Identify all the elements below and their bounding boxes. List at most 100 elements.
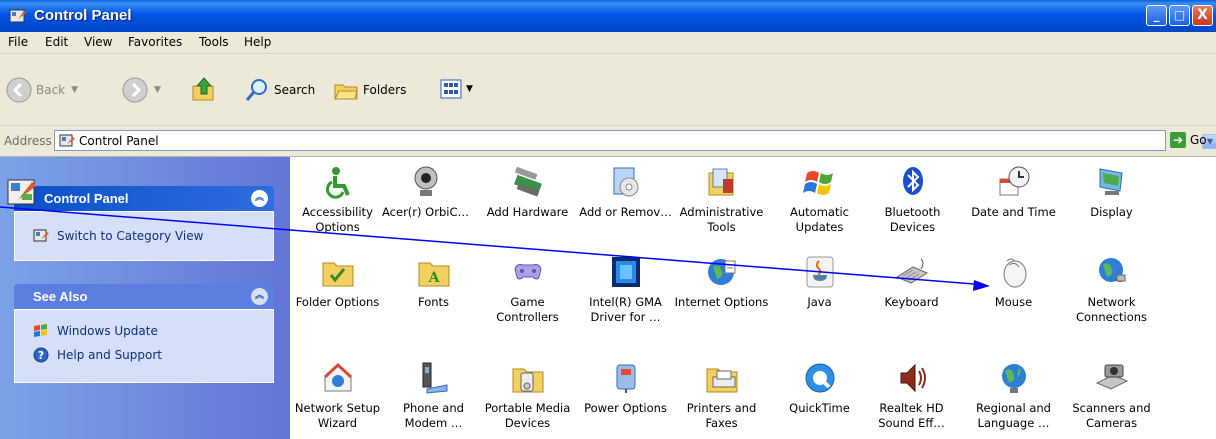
help-and-support-label: Help and Support (57, 348, 162, 362)
search-button[interactable]: Search (244, 77, 315, 103)
windows-update-icon (34, 324, 47, 337)
item-label: Acer(r) OrbiC… (382, 205, 469, 219)
item-game-controllers[interactable]: Game Controllers (480, 255, 575, 325)
menu-tools[interactable]: Tools (199, 35, 229, 49)
svg-text:?: ? (38, 349, 44, 362)
folder-options-icon (322, 262, 353, 287)
collapse-chevron-icon[interactable]: ︽ (251, 190, 268, 207)
control-panel-icon (9, 9, 26, 23)
item-printers-and-faxes[interactable]: Printers and Faxes (674, 361, 769, 431)
menu-favorites[interactable]: Favorites (128, 35, 182, 49)
internet-options-icon (707, 259, 735, 285)
item-realtek-hd-sound[interactable]: Realtek HD Sound Eff… (864, 361, 959, 431)
item-java[interactable]: Java (772, 255, 867, 310)
item-label: Regional and Language … (976, 401, 1051, 430)
fonts-folder-icon: A (418, 262, 449, 287)
views-button[interactable]: ▼ (440, 79, 473, 99)
control-panel-panel-header[interactable]: Control Panel ︽ (7, 179, 274, 211)
item-internet-options[interactable]: Internet Options (674, 255, 769, 310)
power-options-icon (616, 364, 635, 393)
item-label: Portable Media Devices (484, 401, 571, 430)
back-arrow-icon (6, 77, 32, 103)
task-pane: Control Panel ︽ Switch to Category View … (0, 157, 290, 439)
item-date-and-time[interactable]: Date and Time (966, 165, 1061, 220)
title-bar: Control Panel _ □ X (0, 0, 1216, 32)
network-connections-icon (1098, 258, 1126, 282)
item-network-connections[interactable]: Network Connections (1064, 255, 1159, 325)
globe-icon (1001, 364, 1026, 393)
svg-text:A: A (427, 270, 440, 286)
forward-dropdown-icon[interactable]: ▼ (154, 85, 161, 95)
menu-edit[interactable]: Edit (45, 35, 68, 49)
go-button[interactable]: ➔ Go (1170, 132, 1207, 148)
folders-button[interactable]: Folders (333, 77, 406, 103)
views-dropdown-icon[interactable]: ▼ (466, 84, 473, 94)
views-icon (440, 79, 462, 99)
control-panel-items: Accessibility Options Acer(r) OrbiC… Add… (290, 157, 1216, 439)
back-dropdown-icon[interactable]: ▼ (71, 85, 78, 95)
menu-bar: File Edit View Favorites Tools Help (0, 32, 1216, 83)
item-power-options[interactable]: Power Options (578, 361, 673, 416)
maximize-button[interactable]: □ (1169, 5, 1190, 26)
windows-update-link[interactable]: Windows Update (33, 323, 158, 339)
item-add-remove-programs[interactable]: Add or Remov… (578, 165, 673, 220)
item-label: Network Connections (1075, 295, 1148, 324)
item-add-hardware[interactable]: Add Hardware (480, 165, 575, 220)
item-mouse[interactable]: Mouse (966, 255, 1061, 310)
item-network-setup-wizard[interactable]: Network Setup Wizard (290, 361, 385, 431)
address-input[interactable]: Control Panel ▼ (54, 130, 1216, 151)
item-fonts[interactable]: A Fonts (386, 255, 481, 310)
scanner-camera-icon (1095, 364, 1128, 390)
forward-button[interactable]: ▼ (122, 77, 161, 103)
up-folder-icon (192, 77, 214, 101)
item-label: Realtek HD Sound Eff… (878, 401, 945, 430)
switch-to-category-view-link[interactable]: Switch to Category View (33, 228, 203, 244)
item-label: Scanners and Cameras (1072, 401, 1151, 430)
item-regional-and-language[interactable]: Regional and Language … (966, 361, 1061, 431)
item-bluetooth-devices[interactable]: Bluetooth Devices (865, 165, 960, 235)
item-automatic-updates[interactable]: Automatic Updates (772, 165, 867, 235)
menu-view[interactable]: View (84, 35, 112, 49)
item-intel-gma-driver[interactable]: Intel(R) GMA Driver for … (578, 255, 673, 325)
item-label: Keyboard (884, 295, 939, 309)
item-folder-options[interactable]: Folder Options (290, 255, 385, 310)
item-portable-media-devices[interactable]: Portable Media Devices (480, 361, 575, 431)
item-administrative-tools[interactable]: Administrative Tools (674, 165, 769, 235)
item-label: Mouse (994, 295, 1033, 309)
close-button[interactable]: X (1192, 5, 1213, 26)
add-hardware-icon (513, 166, 542, 197)
item-accessibility-options[interactable]: Accessibility Options (290, 165, 385, 235)
item-scanners-and-cameras[interactable]: Scanners and Cameras (1064, 361, 1159, 431)
see-also-panel-body: Windows Update ? Help and Support (14, 309, 274, 383)
folders-label: Folders (363, 83, 407, 97)
menu-help[interactable]: Help (244, 35, 271, 49)
see-also-panel-header[interactable]: See Also ︽ (14, 284, 274, 309)
forward-arrow-icon (122, 77, 148, 103)
back-button[interactable]: Back ▼ (6, 77, 78, 103)
mouse-icon (1003, 258, 1026, 288)
switch-to-category-view-label: Switch to Category View (57, 229, 204, 243)
up-folder-button[interactable] (190, 76, 222, 104)
category-view-icon (33, 229, 49, 242)
item-acer-orbicam[interactable]: Acer(r) OrbiC… (378, 165, 473, 220)
item-quicktime[interactable]: QuickTime (772, 361, 867, 416)
minimize-button[interactable]: _ (1146, 5, 1167, 26)
address-value: Control Panel (79, 134, 159, 148)
control-panel-panel-body: Switch to Category View (14, 211, 274, 261)
printer-icon (706, 368, 737, 393)
go-label: Go (1190, 133, 1207, 147)
intel-gma-icon (611, 257, 640, 287)
back-label: Back (36, 83, 66, 97)
item-phone-and-modem[interactable]: Phone and Modem … (386, 361, 481, 431)
item-label: Add Hardware (486, 205, 569, 219)
collapse-chevron-icon[interactable]: ︽ (251, 288, 268, 305)
item-label: Network Setup Wizard (294, 401, 381, 430)
item-label: Java (807, 295, 832, 309)
see-also-panel-title: See Also (33, 289, 88, 304)
item-keyboard[interactable]: Keyboard (864, 255, 959, 310)
help-and-support-link[interactable]: ? Help and Support (33, 347, 162, 363)
item-label: Display (1090, 205, 1133, 219)
control-panel-panel-title: Control Panel (44, 191, 129, 206)
item-display[interactable]: Display (1064, 165, 1159, 220)
menu-file[interactable]: File (8, 35, 28, 49)
